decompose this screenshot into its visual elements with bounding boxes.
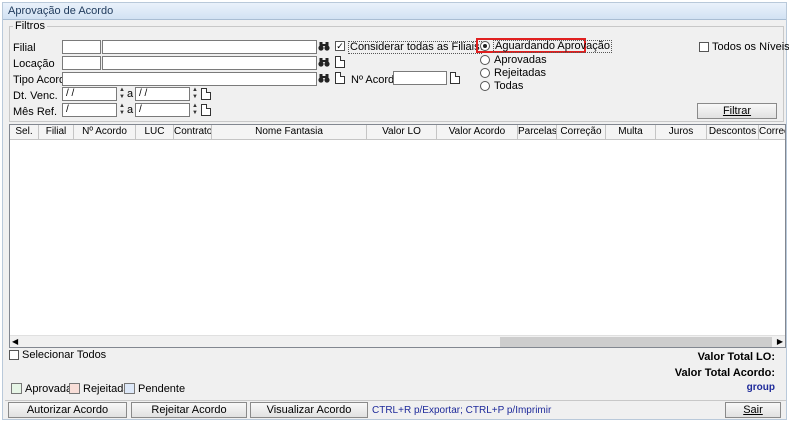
document-icon[interactable] xyxy=(335,72,345,84)
considerar-checkbox[interactable]: ✓ xyxy=(335,41,345,51)
todos-niveis-label[interactable]: Todos os Níveis xyxy=(712,41,789,53)
scroll-right-icon[interactable]: ▶ xyxy=(777,336,783,347)
autorizar-acordo-label: Autorizar Acordo xyxy=(26,404,109,416)
range-separator: a xyxy=(127,104,134,116)
valor-total-acordo-label: Valor Total Acordo: xyxy=(674,367,775,379)
scrollbar-thumb[interactable] xyxy=(500,337,772,347)
grid-header: Sel. Filial Nº Acordo LUC Contrato Nome … xyxy=(10,125,785,140)
binoculars-icon[interactable] xyxy=(318,56,330,69)
status-label-rejeitadas[interactable]: Rejeitadas xyxy=(494,67,546,79)
column-header[interactable]: Valor LO xyxy=(367,125,437,140)
column-header[interactable]: Contrato xyxy=(174,125,212,140)
selecionar-todos-label[interactable]: Selecionar Todos xyxy=(22,349,106,361)
visualizar-acordo-label: Visualizar Acordo xyxy=(266,404,352,416)
column-header[interactable]: Sel. xyxy=(10,125,39,140)
dt-venc-from-input[interactable]: / / xyxy=(62,87,117,101)
n-acordo-input[interactable] xyxy=(393,71,447,85)
status-label-aguardando[interactable]: Aguardando Aprovação xyxy=(493,40,612,53)
legend-swatch-aprovada xyxy=(11,383,22,394)
range-separator: a xyxy=(127,88,134,100)
todos-niveis-checkbox[interactable] xyxy=(699,42,709,52)
status-radio-aprovadas[interactable] xyxy=(480,55,490,65)
legend-label-aprovada: Aprovada xyxy=(25,383,73,395)
filtrar-button[interactable]: Filtrar xyxy=(697,103,777,119)
legend-swatch-rejeitada xyxy=(69,383,80,394)
selecionar-todos-checkbox[interactable] xyxy=(9,350,19,360)
column-header[interactable]: Descontos xyxy=(707,125,759,140)
filial-label: Filial xyxy=(13,42,36,54)
footer-separator xyxy=(5,400,786,401)
document-icon[interactable] xyxy=(450,72,460,84)
locacao-name-input[interactable] xyxy=(102,56,317,70)
scroll-left-icon[interactable]: ◀ xyxy=(12,336,18,347)
spin-arrows-icon[interactable]: ▲ ▼ xyxy=(118,103,126,117)
considerar-label[interactable]: Considerar todas as Filiais xyxy=(348,41,482,54)
mes-ref-to-input[interactable]: / xyxy=(135,103,190,117)
column-header[interactable]: Correção xyxy=(557,125,606,140)
document-icon[interactable] xyxy=(201,104,211,116)
filters-legend: Filtros xyxy=(13,20,47,32)
shortcuts-hint: CTRL+R p/Exportar; CTRL+P p/Imprimir xyxy=(372,405,552,416)
document-icon[interactable] xyxy=(201,88,211,100)
status-radio-aguardando[interactable] xyxy=(480,41,490,51)
spin-arrows-icon[interactable]: ▲ ▼ xyxy=(191,103,199,117)
sair-button[interactable]: Sair xyxy=(725,402,781,418)
column-header[interactable]: Multa xyxy=(606,125,656,140)
binoculars-icon[interactable] xyxy=(318,72,330,85)
tipo-acordo-input[interactable] xyxy=(62,72,317,86)
column-header[interactable]: Nome Fantasia xyxy=(212,125,367,140)
acordos-grid[interactable]: Sel. Filial Nº Acordo LUC Contrato Nome … xyxy=(9,124,786,348)
valor-total-lo-label: Valor Total LO: xyxy=(697,351,775,363)
column-header[interactable]: LUC xyxy=(136,125,174,140)
group-label: group xyxy=(746,382,775,393)
main-window: Aprovação de Acordo Filtros Filial ✓ Con… xyxy=(2,2,789,420)
legend-label-rejeitada: Rejeitada xyxy=(83,383,130,395)
dt-venc-label: Dt. Venc. xyxy=(13,90,58,102)
rejeitar-acordo-button[interactable]: Rejeitar Acordo xyxy=(131,402,247,418)
visualizar-acordo-button[interactable]: Visualizar Acordo xyxy=(250,402,368,418)
spin-arrows-icon[interactable]: ▲ ▼ xyxy=(118,87,126,101)
column-header[interactable]: Juros xyxy=(656,125,707,140)
column-header[interactable]: Filial xyxy=(39,125,74,140)
autorizar-acordo-button[interactable]: Autorizar Acordo xyxy=(8,402,127,418)
dt-venc-to-input[interactable]: / / xyxy=(135,87,190,101)
spin-arrows-icon[interactable]: ▲ ▼ xyxy=(191,87,199,101)
column-header[interactable]: Parcelas xyxy=(518,125,557,140)
filtrar-button-label: Filtrar xyxy=(722,105,752,117)
column-header[interactable]: Correção xyxy=(759,125,785,140)
mes-ref-label: Mês Ref. xyxy=(13,106,58,118)
locacao-code-input[interactable] xyxy=(62,56,101,70)
locacao-label: Locação xyxy=(13,58,55,70)
status-radio-todas[interactable] xyxy=(480,81,490,91)
column-header[interactable]: Valor Acordo xyxy=(437,125,518,140)
filial-code-input[interactable] xyxy=(62,40,101,54)
legend-label-pendente: Pendente xyxy=(138,383,186,395)
title-bar: Aprovação de Acordo xyxy=(3,3,786,20)
filial-name-input[interactable] xyxy=(102,40,317,54)
window-title: Aprovação de Acordo xyxy=(8,5,114,17)
mes-ref-from-input[interactable]: / xyxy=(62,103,117,117)
document-icon[interactable] xyxy=(335,56,345,68)
rejeitar-acordo-label: Rejeitar Acordo xyxy=(151,404,227,416)
sair-button-label: Sair xyxy=(743,404,763,416)
column-header[interactable]: Nº Acordo xyxy=(74,125,136,140)
horizontal-scrollbar[interactable]: ◀ ▶ xyxy=(10,335,785,347)
legend-swatch-pendente xyxy=(124,383,135,394)
status-radio-rejeitadas[interactable] xyxy=(480,68,490,78)
status-label-aprovadas[interactable]: Aprovadas xyxy=(494,54,547,66)
status-label-todas[interactable]: Todas xyxy=(494,80,523,92)
binoculars-icon[interactable] xyxy=(318,40,330,53)
